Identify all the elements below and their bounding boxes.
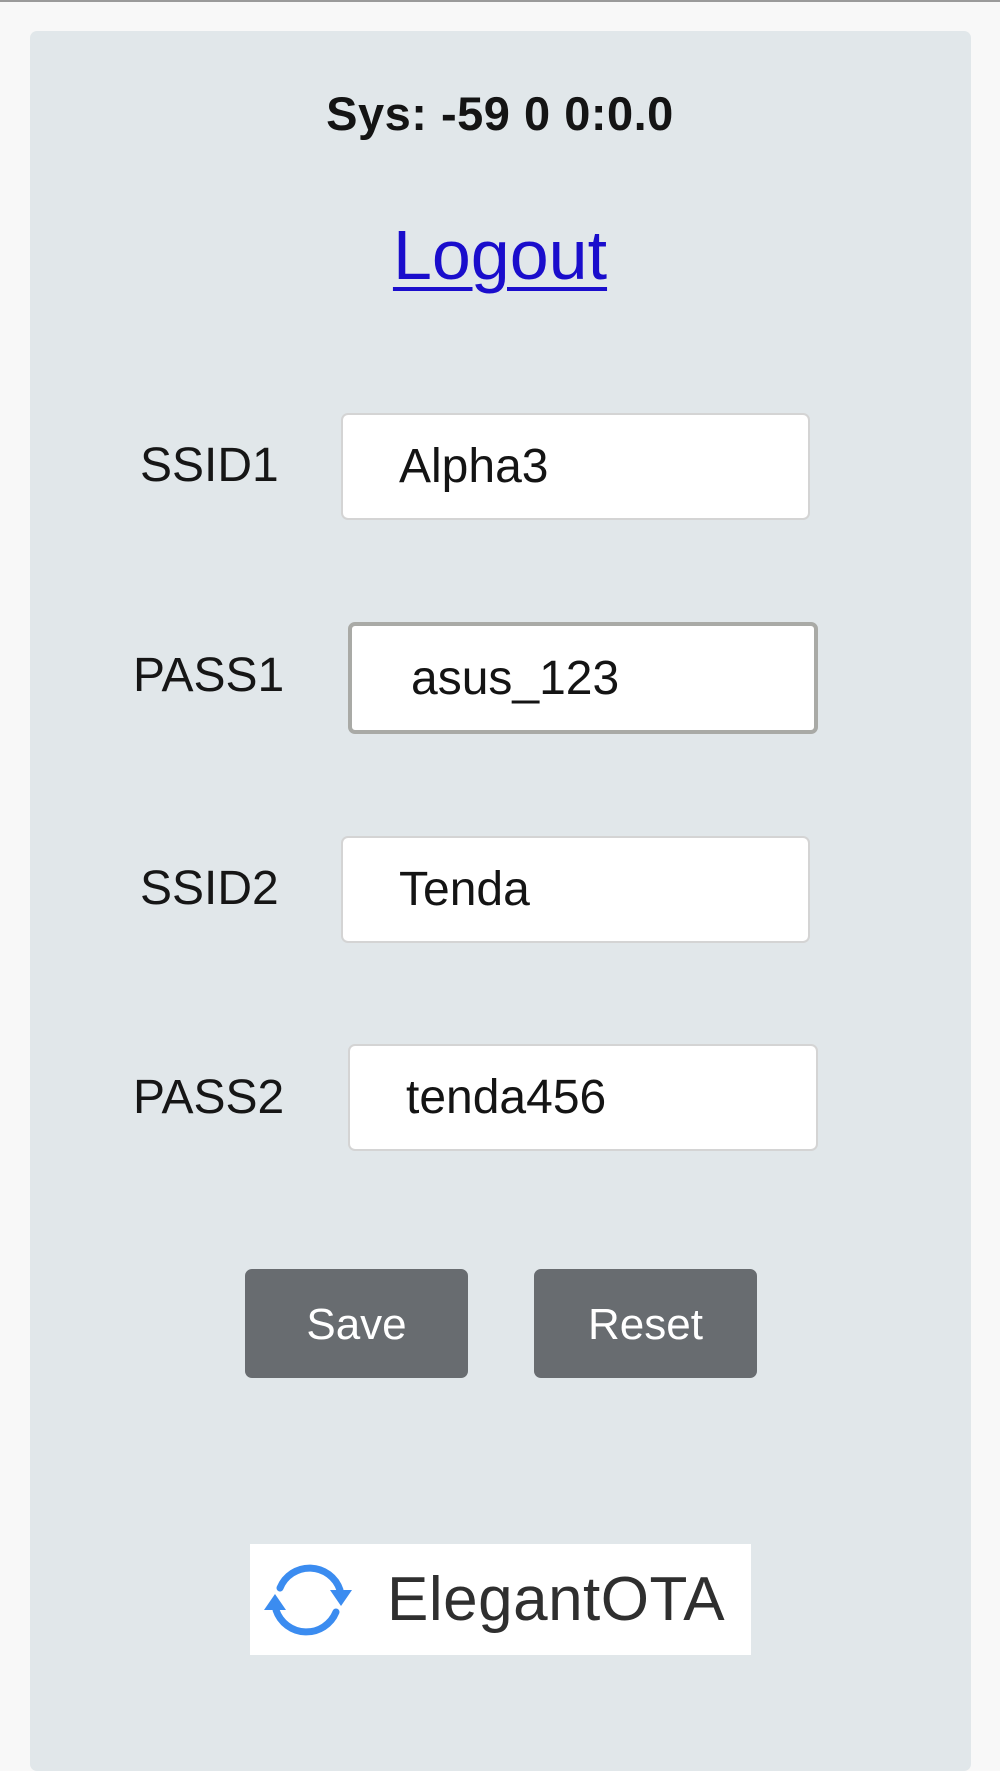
ssid2-input[interactable] [341, 836, 810, 943]
system-status-text: Sys: -59 0 0:0.0 [326, 87, 674, 140]
elegantota-logo: ElegantOTA [250, 1544, 751, 1655]
pass2-label: PASS2 [133, 1071, 285, 1124]
pass2-input[interactable] [348, 1044, 818, 1151]
pass1-input[interactable] [348, 622, 818, 734]
pass1-label: PASS1 [133, 649, 285, 702]
top-border [0, 0, 1000, 2]
ssid1-input[interactable] [341, 413, 810, 520]
logout-link[interactable]: Logout [393, 216, 607, 294]
logout-link-container: Logout [0, 215, 1000, 295]
logo-wordmark: ElegantOTA [387, 1565, 726, 1634]
ssid2-label: SSID2 [140, 862, 279, 915]
reset-button[interactable]: Reset [534, 1269, 757, 1378]
ssid1-label: SSID1 [140, 439, 279, 492]
sync-arrows-icon [264, 1564, 352, 1636]
save-button[interactable]: Save [245, 1269, 468, 1378]
